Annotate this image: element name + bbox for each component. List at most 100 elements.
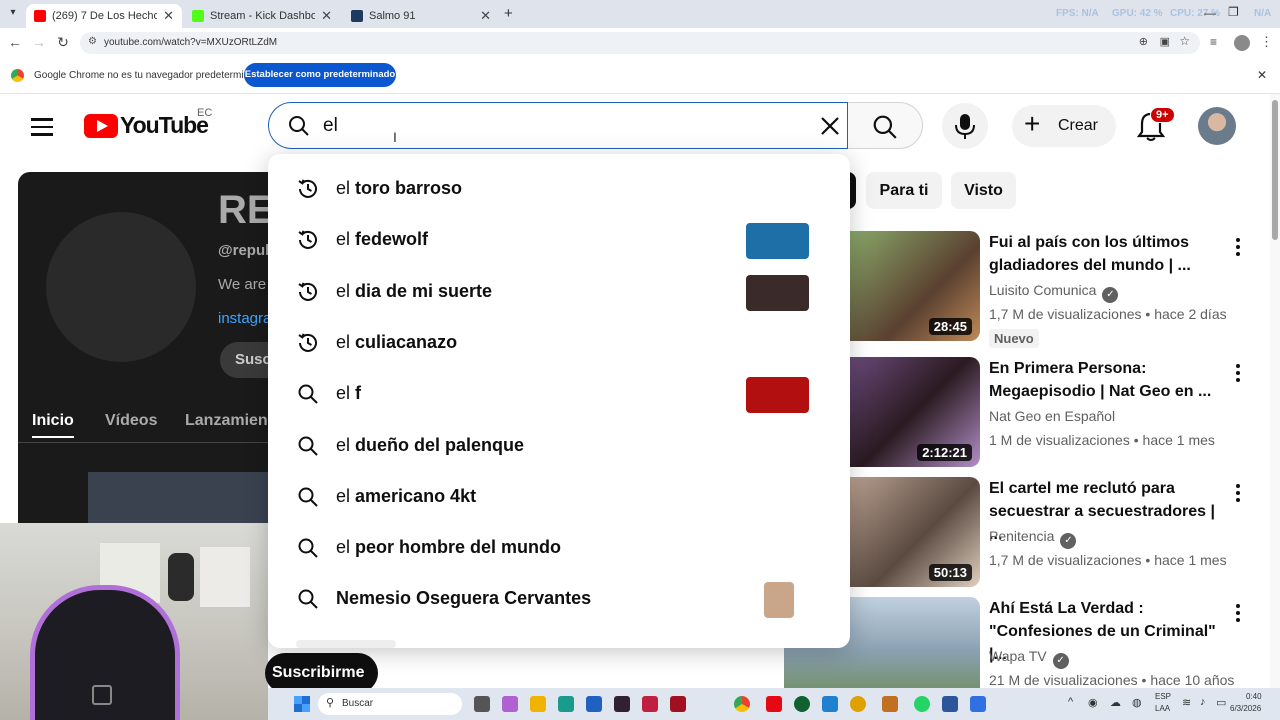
input-language-primary[interactable]: ESP (1155, 692, 1171, 701)
search-button[interactable] (848, 102, 923, 149)
featured-video-thumbnail[interactable] (88, 472, 268, 524)
search-suggestion[interactable]: el toro barroso (268, 164, 850, 215)
search-box[interactable]: el I (268, 102, 848, 149)
game-icon[interactable] (882, 696, 898, 712)
youtube-logo[interactable]: YouTube EC (84, 107, 214, 140)
channel-subscribe-partial-button[interactable]: Susc (220, 342, 268, 378)
video-title[interactable]: Fui al país con los últimos gladiadores … (989, 231, 1229, 277)
chrome-taskbar-icon[interactable] (734, 696, 750, 712)
channel-tab-videos[interactable]: Vídeos (105, 412, 157, 430)
video-channel[interactable]: Nat Geo en Español (989, 408, 1115, 424)
more-actions-icon[interactable] (1236, 481, 1244, 505)
video-channel[interactable]: Luisito Comunica ✓ (989, 282, 1119, 303)
video-thumbnail[interactable]: 28:45 (850, 231, 980, 341)
minimize-icon[interactable]: — (1204, 6, 1216, 20)
chip-visto[interactable]: Visto (951, 172, 1016, 209)
install-icon[interactable]: ▣ (1160, 35, 1170, 48)
clear-search-icon[interactable] (818, 114, 842, 138)
more-actions-icon[interactable] (1236, 601, 1244, 625)
channel-tab-lanzamientos[interactable]: Lanzamien (185, 412, 268, 430)
tray-app-icon[interactable]: ◉ (1088, 696, 1098, 709)
account-avatar[interactable] (1198, 107, 1236, 145)
set-default-button[interactable]: Establecer como predeterminado (244, 63, 396, 87)
netflix-icon[interactable] (766, 696, 782, 712)
search-input[interactable]: el (323, 115, 338, 137)
app-icon[interactable] (794, 696, 810, 712)
site-info-icon[interactable]: ⚙ (88, 36, 97, 47)
taskbar-search-box[interactable]: ⚲ Buscar (318, 693, 462, 715)
windows-start-icon[interactable] (294, 696, 310, 712)
more-actions-icon[interactable] (1236, 235, 1244, 259)
tray-chevron-icon[interactable]: ^ (1068, 696, 1073, 708)
reload-icon[interactable]: ↻ (54, 34, 72, 51)
new-tab-button[interactable]: + (504, 5, 513, 22)
bookmark-star-icon[interactable]: ☆ (1179, 34, 1190, 48)
scrollbar-thumb[interactable] (1272, 100, 1278, 240)
app2-icon[interactable] (970, 696, 986, 712)
channel-link[interactable]: instagra (218, 310, 268, 327)
chip-para-ti[interactable]: Para ti (866, 172, 942, 209)
search-suggestion[interactable]: el fedewolf (268, 215, 850, 266)
video-channel[interactable]: Penitencia ✓ (989, 528, 1077, 549)
address-bar[interactable]: ⚙ youtube.com/watch?v=MXUzORtLZdM ⊕ ▣ ☆ (80, 32, 1200, 54)
tab-search-button[interactable]: ▾ (6, 7, 20, 21)
video-item[interactable]: Ahí Está La Verdad : "Confesiones de un … (784, 597, 1280, 707)
media-app-icon[interactable] (670, 696, 686, 712)
channel-tab-inicio[interactable]: Inicio (32, 412, 74, 430)
search-suggestion[interactable]: el americano 4kt (268, 472, 850, 523)
search-suggestion[interactable]: el culiacanazo (268, 318, 850, 369)
video-item[interactable]: 50:13 El cartel me reclutó para secuestr… (850, 477, 1280, 589)
edge-icon[interactable] (558, 696, 574, 712)
whatsapp-icon[interactable] (914, 696, 930, 712)
video-item[interactable]: 28:45 Fui al país con los últimos gladia… (850, 231, 1280, 348)
search-suggestion[interactable]: el f (268, 369, 850, 420)
notifications-button[interactable]: 9+ (1134, 107, 1175, 144)
media-icon[interactable]: ≡ (1210, 35, 1217, 49)
page-scrollbar[interactable] (1270, 94, 1280, 688)
photos-icon[interactable] (822, 696, 838, 712)
close-tab-icon[interactable]: ✕ (480, 8, 491, 24)
battery-icon[interactable]: ▭ (1216, 696, 1226, 709)
back-icon[interactable]: ← (6, 34, 24, 50)
clock-date[interactable]: 6/3/2026 (1230, 704, 1261, 713)
browser-menu-icon[interactable]: ⋮ (1260, 34, 1273, 50)
task-view-icon[interactable] (474, 696, 490, 712)
zoom-icon[interactable]: ⊕ (1139, 35, 1148, 48)
tab-youtube[interactable]: (269) 7 De Los Hechos Más Ext ✕ (26, 4, 182, 28)
voice-search-button[interactable] (942, 103, 988, 149)
more-actions-icon[interactable] (1236, 361, 1244, 385)
wifi-icon[interactable]: ≋ (1182, 696, 1191, 709)
copilot-icon[interactable] (502, 696, 518, 712)
maps-icon[interactable] (850, 696, 866, 712)
tab-salmo[interactable]: Salmo 91 ✕ (343, 4, 499, 28)
video-thumbnail[interactable]: 50:13 (850, 477, 980, 587)
video-title[interactable]: En Primera Persona: Megaepisodio | Nat G… (989, 357, 1229, 403)
search-suggestion[interactable]: el dueño del palenque (268, 421, 850, 472)
close-tab-icon[interactable]: ✕ (163, 8, 174, 24)
defender-icon[interactable] (586, 696, 602, 712)
search-suggestion[interactable]: el dia de mi suerte (268, 267, 850, 318)
tray-cloud-icon[interactable]: ☁ (1110, 696, 1121, 709)
create-button[interactable]: + Crear (1012, 105, 1116, 147)
word-icon[interactable] (942, 696, 958, 712)
capture-icon[interactable] (642, 696, 658, 712)
tray-headset-icon[interactable]: ◍ (1132, 696, 1142, 709)
tab-kick[interactable]: Stream - Kick Dashboard ✕ (184, 4, 340, 28)
input-language-secondary[interactable]: LAA (1155, 704, 1170, 713)
search-suggestion[interactable]: el peor hombre del mundo (268, 523, 850, 574)
video-thumbnail[interactable]: 2:12:21 (850, 357, 980, 467)
guide-menu-icon[interactable] (31, 113, 53, 141)
restore-icon[interactable]: ❐ (1228, 5, 1239, 19)
close-infobar-icon[interactable]: ✕ (1257, 68, 1267, 82)
video-channel[interactable]: Wapa TV ✓ (989, 648, 1069, 669)
video-item[interactable]: 2:12:21 En Primera Persona: Megaepisodio… (850, 357, 1280, 469)
clock-time[interactable]: 0:40 (1246, 692, 1262, 701)
profile-avatar[interactable] (1234, 35, 1250, 51)
file-explorer-icon[interactable] (530, 696, 546, 712)
search-suggestion[interactable]: Nemesio Oseguera Cervantes (268, 574, 850, 625)
close-tab-icon[interactable]: ✕ (321, 8, 332, 24)
forward-icon[interactable]: → (30, 34, 48, 50)
subscribe-button[interactable]: Suscribirme (265, 653, 378, 693)
obs-icon[interactable] (614, 696, 630, 712)
volume-icon[interactable]: ♪ (1200, 696, 1206, 708)
